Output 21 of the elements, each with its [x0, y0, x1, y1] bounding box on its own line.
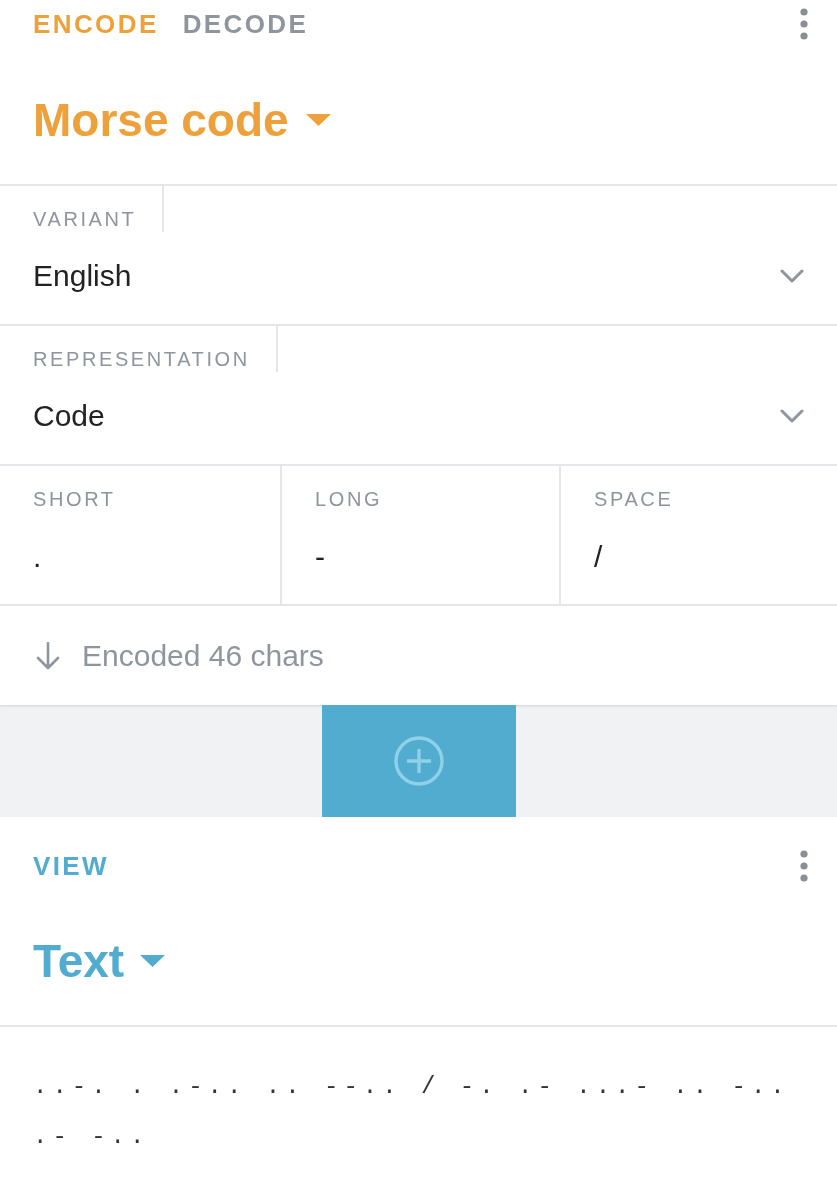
- field-label: LONG: [315, 487, 383, 512]
- caret-icon: [305, 114, 331, 126]
- more-icon[interactable]: [800, 850, 808, 882]
- caret-icon: [140, 955, 166, 967]
- field-label: SPACE: [594, 487, 674, 512]
- field-label: SHORT: [33, 487, 116, 512]
- arrow-down-icon: [36, 641, 60, 670]
- chevron-down-icon: [780, 409, 804, 423]
- output-text-area[interactable]: ..-. . .-.. .. --.. / -. .- ...- .. -.. .- -..: [33, 1062, 804, 1162]
- plus-circle-icon: [393, 736, 444, 786]
- symbol-input[interactable]: -: [315, 539, 325, 575]
- symbol-input[interactable]: .: [33, 539, 42, 575]
- status-text: Encoded 46 chars: [82, 637, 324, 674]
- symbol-input[interactable]: /: [594, 539, 603, 575]
- chevron-down-icon: [780, 269, 804, 283]
- dropdown-select[interactable]: Code: [33, 398, 804, 434]
- field-label: REPRESENTATION: [33, 347, 250, 372]
- field-label: VARIANT: [33, 207, 137, 232]
- section-label: VIEW: [33, 851, 110, 881]
- dropdown-select[interactable]: English: [33, 258, 804, 294]
- more-icon[interactable]: [800, 8, 808, 40]
